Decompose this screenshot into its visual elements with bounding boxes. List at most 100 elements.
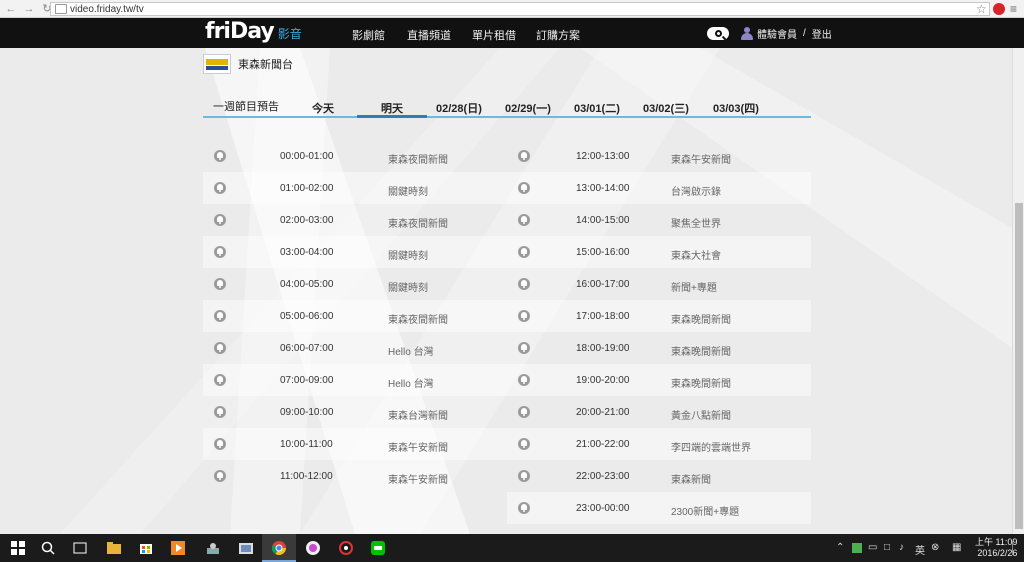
tab-today[interactable]: 今天 — [312, 100, 334, 116]
schedule-item: 13:00-14:00 台灣啟示錄 — [507, 172, 811, 204]
tab-0302[interactable]: 03/02(三) — [643, 100, 689, 116]
show-desktop-button[interactable] — [1012, 541, 1013, 555]
bell-icon[interactable] — [518, 310, 530, 322]
program-title: 東森午安新聞 — [388, 475, 448, 486]
task-view-icon[interactable] — [72, 540, 88, 556]
search-button[interactable] — [707, 27, 729, 40]
schedule-item: 10:00-11:00 東森午安新聞 — [203, 428, 507, 460]
close-circle-icon[interactable]: ⊗ — [931, 542, 939, 553]
bell-icon[interactable] — [518, 150, 530, 162]
tray-app-icon[interactable] — [852, 543, 862, 553]
bell-icon[interactable] — [214, 342, 226, 354]
bell-icon[interactable] — [214, 214, 226, 226]
menu-icon[interactable]: ≡ — [1010, 2, 1017, 16]
chrome-icon[interactable] — [271, 540, 287, 556]
program-title: 新聞+專題 — [671, 283, 717, 294]
bell-icon[interactable] — [214, 374, 226, 386]
system-clock[interactable]: 上午 11:09 2016/2/26 — [975, 537, 1017, 559]
nav-drama[interactable]: 影劇館 — [352, 27, 385, 43]
schedule-item: 01:00-02:00 關鍵時刻 — [203, 172, 507, 204]
program-title: 李四端的雲端世界 — [671, 443, 751, 454]
star-icon[interactable]: ☆ — [976, 2, 987, 16]
bell-icon[interactable] — [518, 470, 530, 482]
member-link[interactable]: 體驗會員 — [757, 26, 797, 41]
schedule-item: 05:00-06:00 東森夜間新聞 — [203, 300, 507, 332]
program-title: 東森大社會 — [671, 251, 721, 262]
table-row: 04:00-05:00 關鍵時刻 16:00-17:00 新聞+專題 — [203, 268, 811, 300]
bell-icon[interactable] — [214, 406, 226, 418]
keyboard-icon[interactable]: ▦ — [952, 542, 961, 553]
extension-icon[interactable] — [993, 3, 1005, 15]
bell-icon[interactable] — [518, 278, 530, 290]
bell-icon[interactable] — [518, 502, 530, 514]
forward-icon[interactable]: → — [22, 2, 36, 16]
volume-icon[interactable]: ♪ — [899, 542, 904, 553]
clock-date: 2016/2/26 — [977, 548, 1018, 558]
nav-live[interactable]: 直播頻道 — [407, 27, 451, 43]
bell-icon[interactable] — [518, 214, 530, 226]
bell-icon[interactable] — [214, 310, 226, 322]
logout-link[interactable]: 登出 — [812, 26, 832, 41]
program-title: 關鍵時刻 — [388, 251, 428, 262]
bell-icon[interactable] — [214, 438, 226, 450]
tab-0228[interactable]: 02/28(日) — [436, 100, 482, 116]
table-row: 01:00-02:00 關鍵時刻 13:00-14:00 台灣啟示錄 — [203, 172, 811, 204]
chevron-up-icon[interactable]: ⌃ — [836, 542, 844, 553]
bell-icon[interactable] — [214, 278, 226, 290]
file-explorer-icon[interactable] — [106, 540, 122, 556]
program-time: 11:00-12:00 — [280, 471, 333, 482]
bell-icon[interactable] — [518, 374, 530, 386]
photos-icon[interactable] — [238, 540, 254, 556]
program-time: 15:00-16:00 — [576, 247, 630, 258]
program-time: 23:00-00:00 — [576, 503, 630, 514]
program-time: 03:00-04:00 — [280, 247, 334, 258]
bell-icon[interactable] — [214, 150, 226, 162]
bell-icon[interactable] — [518, 406, 530, 418]
bell-icon[interactable] — [518, 438, 530, 450]
app-icon[interactable] — [205, 540, 221, 556]
table-row: 09:00-10:00 東森台灣新聞 20:00-21:00 黃金八點新聞 — [203, 396, 811, 428]
schedule-item: 12:00-13:00 東森午安新聞 — [507, 140, 811, 172]
search-icon[interactable] — [40, 540, 56, 556]
battery-icon[interactable]: ▭ — [868, 542, 877, 553]
schedule-item: 18:00-19:00 東森晚間新聞 — [507, 332, 811, 364]
program-title: 黃金八點新聞 — [671, 411, 731, 422]
bell-icon[interactable] — [518, 342, 530, 354]
tab-tomorrow[interactable]: 明天 — [381, 100, 403, 116]
site-logo[interactable]: friDay 影音 — [205, 20, 302, 44]
tab-0303[interactable]: 03/03(四) — [713, 100, 759, 116]
page-icon — [55, 4, 67, 14]
store-icon[interactable] — [138, 540, 154, 556]
bell-icon[interactable] — [518, 246, 530, 258]
back-icon[interactable]: ← — [4, 2, 18, 16]
nav-plans[interactable]: 訂購方案 — [536, 27, 580, 43]
tab-0301[interactable]: 03/01(二) — [574, 100, 620, 116]
week-schedule-label: 一週節目預告 — [213, 101, 279, 113]
bell-icon[interactable] — [214, 182, 226, 194]
media-player-icon[interactable] — [170, 540, 186, 556]
program-title: 東森午安新聞 — [388, 443, 448, 454]
line-icon[interactable] — [370, 540, 386, 556]
user-menu: 體驗會員 / 登出 — [741, 26, 832, 41]
table-row: 00:00-01:00 東森夜間新聞 12:00-13:00 東森午安新聞 — [203, 140, 811, 172]
program-title: 台灣啟示錄 — [671, 187, 721, 198]
program-time: 21:00-22:00 — [576, 439, 630, 450]
program-time: 05:00-06:00 — [280, 311, 334, 322]
program-title: 關鍵時刻 — [388, 187, 428, 198]
program-time: 00:00-01:00 — [280, 151, 334, 162]
bell-icon[interactable] — [518, 182, 530, 194]
tab-0229[interactable]: 02/29(一) — [505, 100, 551, 116]
app-icon-2[interactable] — [338, 540, 354, 556]
bell-icon[interactable] — [214, 246, 226, 258]
address-bar[interactable]: video.friday.tw/tv — [50, 2, 990, 16]
bell-icon[interactable] — [214, 470, 226, 482]
program-time: 22:00-23:00 — [576, 471, 630, 482]
network-icon[interactable]: □ — [884, 542, 890, 553]
nav-rental[interactable]: 單片租借 — [472, 27, 516, 43]
ime-indicator[interactable]: 英 — [915, 542, 925, 557]
itunes-icon[interactable] — [305, 540, 321, 556]
page-scrollbar[interactable] — [1012, 48, 1024, 534]
windows-icon[interactable] — [10, 540, 26, 556]
separator: / — [803, 28, 806, 39]
scrollbar-thumb[interactable] — [1015, 203, 1023, 529]
